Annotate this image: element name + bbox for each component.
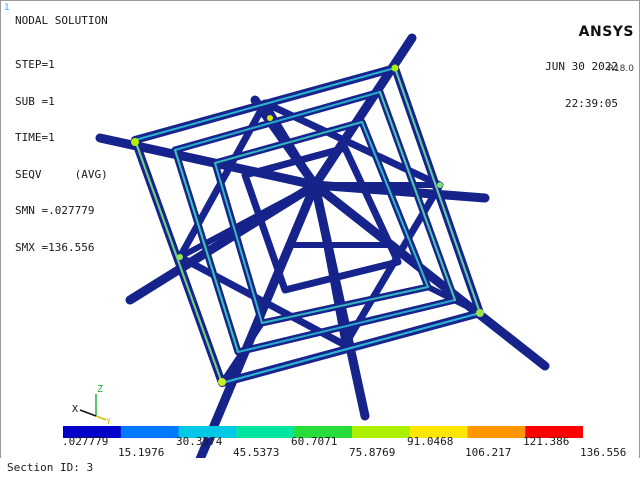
time-line: TIME=1 [15,131,55,144]
legend-color-band [236,426,295,438]
result-item-line: SEQV (AVG) [15,167,108,181]
coordinate-triad-icon: Z X Y [72,384,111,424]
legend-top-label: 121.386 [523,435,570,448]
window-number: 1 [4,3,10,13]
legend-color-band [120,426,180,438]
solution-info: STEP=1 SUB =1 TIME=1 SEQV (AVG) SMN =.02… [15,35,108,266]
legend-color-band [351,426,411,438]
timestamp: JUN 30 2022 22:39:05 [545,37,618,123]
legend-top-label: .027779 [62,435,109,448]
max-stress-line: SMX =136.556 [15,240,95,254]
substep-line: SUB =1 [15,94,55,108]
time-text: 22:39:05 [565,97,618,110]
step-line: STEP=1 [15,58,55,71]
min-stress-line: SMN =.027779 [15,204,95,217]
triad-z-label: Z [97,384,103,395]
status-footer [0,458,640,482]
legend-top-label: 91.0468 [407,435,454,448]
plot-title: NODAL SOLUTION [15,14,108,27]
section-id-label: Section ID: 3 [7,461,94,474]
legend-color-band [467,426,526,438]
radial-beams [95,33,550,469]
date-text: JUN 30 2022 [545,60,618,73]
legend-top-label: 30.3574 [176,435,223,448]
triad-x-label: X [72,404,78,415]
legend-top-label: 60.7071 [291,435,338,448]
